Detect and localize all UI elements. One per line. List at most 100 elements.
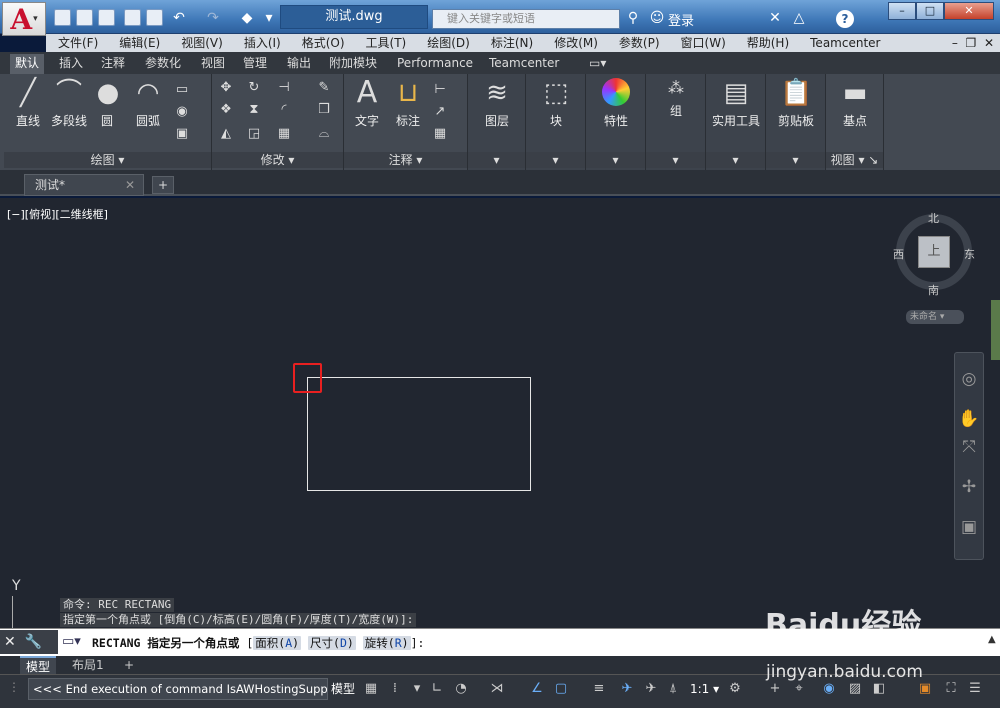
tab-output[interactable]: 输出 [282, 54, 316, 74]
fillet-icon[interactable]: ◜ [276, 102, 292, 118]
tab-performance[interactable]: Performance [392, 54, 478, 74]
menu-draw[interactable]: 绘图(D) [427, 34, 470, 52]
table-icon[interactable]: ▦ [432, 126, 448, 142]
exchange-icon[interactable]: ✕ [766, 10, 784, 26]
panel-properties[interactable]: 特性 ▾ [586, 74, 646, 170]
rotate-icon[interactable]: ↻ [246, 80, 262, 96]
tab-teamcenter[interactable]: Teamcenter [484, 54, 564, 74]
binoculars-icon[interactable]: ⚲ [624, 10, 642, 26]
tab-parametric[interactable]: 参数化 [140, 54, 186, 74]
hardware-acceleration-icon[interactable]: ▣ [916, 680, 934, 698]
leader-icon[interactable]: ↗ [432, 104, 448, 120]
explode-icon[interactable]: ❒ [316, 102, 332, 118]
customization-menu-icon[interactable]: ☰ [966, 680, 984, 698]
hatch-icon[interactable]: ◉ [174, 104, 190, 120]
add-icon[interactable]: + [766, 680, 784, 698]
print-icon[interactable] [146, 9, 163, 26]
wcs-menu[interactable]: 未命名 ▾ [906, 310, 964, 324]
compass-east[interactable]: 东 [964, 246, 975, 262]
osnap-icon[interactable]: ⋊ [488, 680, 506, 698]
auto-scale-icon[interactable]: ✈ [642, 680, 660, 698]
clean-screen-icon[interactable]: ⛶ [942, 680, 960, 698]
tab-layout1[interactable]: 布局1 [66, 656, 110, 674]
annotation-scale-icon[interactable]: ⍋ [664, 680, 682, 698]
menu-parametric[interactable]: 参数(P) [619, 34, 660, 52]
close-tab-icon[interactable]: ✕ [125, 175, 135, 195]
mirror-icon[interactable]: ⧗ [246, 102, 262, 118]
workspace-icon[interactable]: ◆ [238, 10, 256, 26]
base-view-button[interactable]: ▬ 基点 [830, 78, 880, 129]
model-space-button[interactable]: 模型 [331, 678, 355, 700]
menu-view[interactable]: 视图(V) [181, 34, 223, 52]
menu-modify[interactable]: 修改(M) [554, 34, 598, 52]
orbit-icon[interactable]: ✢ [958, 476, 980, 498]
option-dimensions[interactable]: 尺寸(D) [308, 636, 356, 650]
save-icon[interactable] [98, 9, 115, 26]
search-input[interactable]: 键入关键字或短语 [432, 9, 620, 29]
viewport-controls[interactable]: [−][俯视][二维线框] [7, 206, 108, 222]
recent-commands-icon[interactable]: ▭▾ [62, 634, 81, 649]
panel-draw-title[interactable]: 绘图 ▾ [4, 152, 211, 168]
linear-dim-icon[interactable]: ⊢ [432, 82, 448, 98]
stretch-icon[interactable]: ◭ [218, 126, 234, 142]
annotation-visibility-icon[interactable]: ✈ [618, 680, 636, 698]
snap-icon[interactable]: ⁞ [386, 680, 404, 698]
menu-edit[interactable]: 编辑(E) [119, 34, 160, 52]
document-tab[interactable]: 测试* ✕ [24, 174, 144, 196]
workspace-gear-icon[interactable]: ⚙ [726, 680, 744, 698]
polyline-button[interactable]: ⌒ 多段线 [46, 78, 92, 129]
dynamic-ucs-icon[interactable]: ▢ [552, 680, 570, 698]
application-menu-button[interactable]: A ▾ [2, 2, 46, 36]
panel-groups[interactable]: ⁂ 组 ▾ [646, 74, 706, 170]
showmotion-icon[interactable]: ▣ [958, 516, 980, 538]
panel-clipboard[interactable]: 📋 剪贴板 ▾ [766, 74, 826, 170]
offset-icon[interactable]: ⌓ [316, 126, 332, 142]
option-area[interactable]: 面积(A) [253, 636, 302, 650]
line-button[interactable]: ╱ 直线 [8, 78, 48, 129]
menu-help[interactable]: 帮助(H) [747, 34, 789, 52]
command-history-toggle-icon[interactable]: ▲ [988, 634, 996, 645]
menu-tools[interactable]: 工具(T) [366, 34, 407, 52]
maximize-button[interactable]: □ [916, 2, 944, 20]
menu-format[interactable]: 格式(O) [302, 34, 345, 52]
zoom-extents-icon[interactable]: ⤧ [958, 436, 980, 458]
scale-icon[interactable]: ◲ [246, 126, 262, 142]
close-command-icon[interactable]: ✕ [4, 634, 16, 650]
new-file-icon[interactable] [54, 9, 71, 26]
trim-icon[interactable]: ⊣ [276, 80, 292, 96]
menu-file[interactable]: 文件(F) [58, 34, 98, 52]
erase-icon[interactable]: ✎ [316, 80, 332, 96]
circle-button[interactable]: ● 圆 [92, 78, 122, 129]
open-file-icon[interactable] [76, 9, 93, 26]
move-icon[interactable]: ✥ [218, 80, 234, 96]
tab-manage[interactable]: 管理 [238, 54, 272, 74]
undo-icon[interactable]: ↶ [170, 10, 188, 26]
tab-view[interactable]: 视图 [196, 54, 230, 74]
tab-default[interactable]: 默认 [10, 54, 45, 74]
qat-dropdown-icon[interactable]: ▾ [260, 10, 278, 26]
block-dropdown-icon[interactable]: ▾ [526, 152, 585, 168]
tab-model[interactable]: 模型 [20, 656, 57, 674]
panel-block[interactable]: ⬚ 块 ▾ [526, 74, 586, 170]
customize-icon[interactable]: 🔧 [25, 634, 42, 650]
compass-north[interactable]: 北 [928, 210, 939, 226]
grid-icon[interactable]: ▦ [362, 680, 380, 698]
menu-insert[interactable]: 插入(I) [244, 34, 281, 52]
viewcube-top[interactable]: 上 [918, 236, 950, 268]
clipboard-dropdown-icon[interactable]: ▾ [766, 152, 825, 168]
document-window-controls[interactable]: – ❐ ✕ [952, 34, 994, 52]
ortho-icon[interactable]: ∟ [428, 680, 446, 698]
quick-properties-icon[interactable]: ◉ [820, 680, 838, 698]
copy-icon[interactable]: ❖ [218, 102, 234, 118]
units-icon[interactable]: ⌖ [790, 680, 808, 698]
lineweight-icon[interactable]: ≡ [590, 680, 608, 698]
dimension-button[interactable]: ⊔ 标注 [388, 78, 428, 129]
properties-dropdown-icon[interactable]: ▾ [586, 152, 645, 168]
menu-teamcenter[interactable]: Teamcenter [810, 34, 880, 52]
polar-icon[interactable]: ◔ [452, 680, 470, 698]
array-icon[interactable]: ▦ [276, 126, 292, 142]
tab-insert[interactable]: 插入 [54, 54, 88, 74]
region-icon[interactable]: ▣ [174, 126, 190, 142]
rectangle-icon[interactable]: ▭ [174, 82, 190, 98]
panel-annotation-title[interactable]: 注释 ▾ [344, 152, 467, 168]
